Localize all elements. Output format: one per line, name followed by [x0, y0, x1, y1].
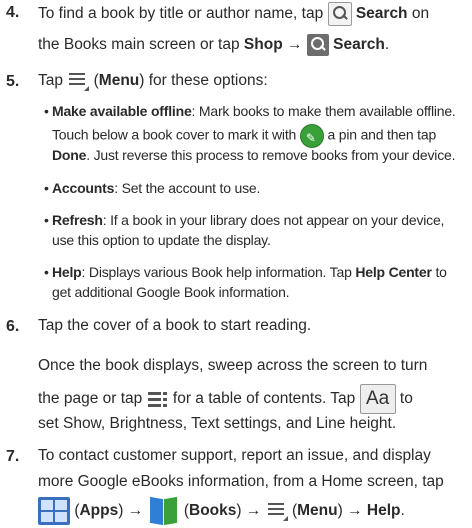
bullet-text: Refresh: If a book in your library does …: [52, 212, 445, 228]
menu-icon: [67, 70, 90, 92]
step-text: Tap the cover of a book to start reading…: [38, 317, 312, 334]
step-text: Tap (Menu) for these options:: [38, 70, 268, 92]
bullet-text: Accounts: Set the account to use.: [52, 180, 261, 196]
step-number: 4.: [6, 4, 20, 21]
bullet-text: Help: Displays various Book help informa…: [52, 264, 447, 280]
bullet-text: Done. Just reverse this process to remov…: [52, 147, 456, 163]
pin-icon: ✎: [299, 124, 324, 148]
step-number: 6.: [6, 318, 20, 335]
step-number: 7.: [6, 448, 20, 465]
step-number: 5.: [6, 73, 20, 90]
step-text: (Apps) → (Books) → (Menu) → Help.: [38, 494, 405, 526]
table-of-contents-icon: [147, 389, 169, 409]
bullet-text: use this option to update the display.: [52, 232, 271, 248]
apps-icon: [38, 497, 70, 525]
search-icon: [327, 2, 352, 26]
menu-icon: [266, 500, 288, 522]
step-text: To find a book by title or author name, …: [38, 2, 429, 26]
text-settings-icon: Aa: [359, 384, 396, 414]
step-text: To contact customer support, report an i…: [38, 447, 431, 464]
step-text: the Books main screen or tap Shop → Sear…: [38, 34, 389, 56]
books-icon: [148, 494, 180, 528]
bullet-text: get additional Google Book information.: [52, 284, 290, 300]
step-text: more Google eBooks information, from a H…: [38, 473, 444, 490]
step-text: Once the book displays, sweep across the…: [38, 357, 428, 374]
step-text: the page or tap for a table of contents.…: [38, 384, 413, 414]
manual-page: 4. To find a book by title or author nam…: [0, 0, 472, 526]
bullet-text: Make available offline: Mark books to ma…: [52, 103, 456, 119]
step-text: set Show, Brightness, Text settings, and…: [38, 415, 397, 432]
search-icon: [306, 34, 329, 56]
bullet-text: Touch below a book cover to mark it with…: [52, 124, 436, 148]
